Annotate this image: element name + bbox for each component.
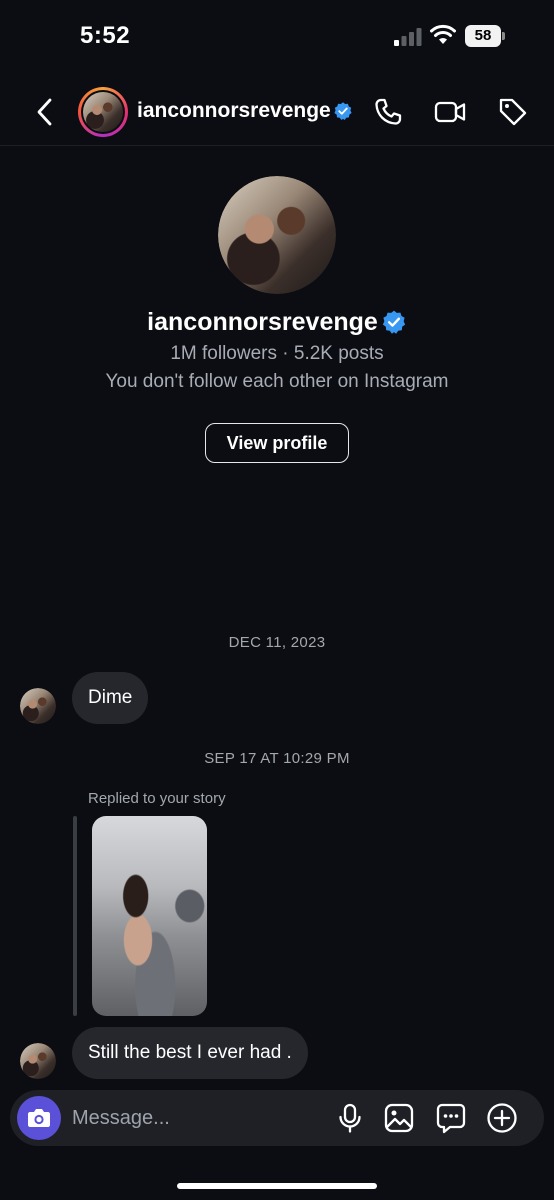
profile-username-row: ianconnorsrevenge — [0, 307, 554, 337]
phone-icon[interactable] — [372, 96, 404, 128]
follow-status-note: You don't follow each other on Instagram — [105, 371, 449, 392]
battery-icon: 58 — [465, 25, 505, 47]
message-input[interactable] — [72, 1104, 322, 1132]
battery-level: 58 — [465, 25, 501, 47]
message-composer — [10, 1090, 544, 1146]
tag-icon[interactable] — [497, 96, 529, 128]
cellular-signal-icon — [394, 28, 422, 46]
status-time: 5:52 — [80, 22, 131, 49]
home-indicator — [177, 1183, 377, 1189]
header-avatar[interactable] — [78, 87, 128, 137]
plus-icon[interactable] — [486, 1102, 518, 1134]
message-timestamp: SEP 17 AT 10:29 PM — [204, 750, 350, 767]
profile-stats: 1M followers · 5.2K posts — [170, 343, 384, 364]
sender-avatar[interactable] — [20, 1043, 56, 1079]
verified-badge-icon — [334, 102, 352, 120]
profile-username: ianconnorsrevenge — [147, 307, 378, 336]
story-reply-label: Replied to your story — [88, 790, 226, 807]
profile-avatar[interactable] — [218, 176, 336, 294]
header-username[interactable]: ianconnorsrevenge — [137, 99, 331, 123]
camera-button[interactable] — [17, 1096, 61, 1140]
microphone-icon[interactable] — [334, 1102, 366, 1134]
verified-badge-icon — [382, 311, 405, 335]
status-bar: 5:52 58 — [0, 0, 554, 74]
chevron-left-icon[interactable] — [30, 96, 62, 128]
sticker-icon[interactable] — [435, 1102, 467, 1134]
message-bubble[interactable]: Still the best I ever had . — [72, 1027, 308, 1079]
video-icon[interactable] — [434, 96, 466, 128]
reply-quote-bar — [73, 816, 77, 1016]
sender-avatar[interactable] — [20, 688, 56, 724]
chat-header: ianconnorsrevenge — [0, 80, 554, 146]
message-timestamp: DEC 11, 2023 — [228, 634, 326, 651]
wifi-icon — [430, 24, 456, 44]
gallery-icon[interactable] — [383, 1102, 415, 1134]
camera-icon — [28, 1109, 50, 1127]
story-thumbnail[interactable] — [92, 816, 207, 1016]
message-bubble[interactable]: Dime — [72, 672, 149, 724]
view-profile-button[interactable]: View profile — [205, 423, 349, 463]
